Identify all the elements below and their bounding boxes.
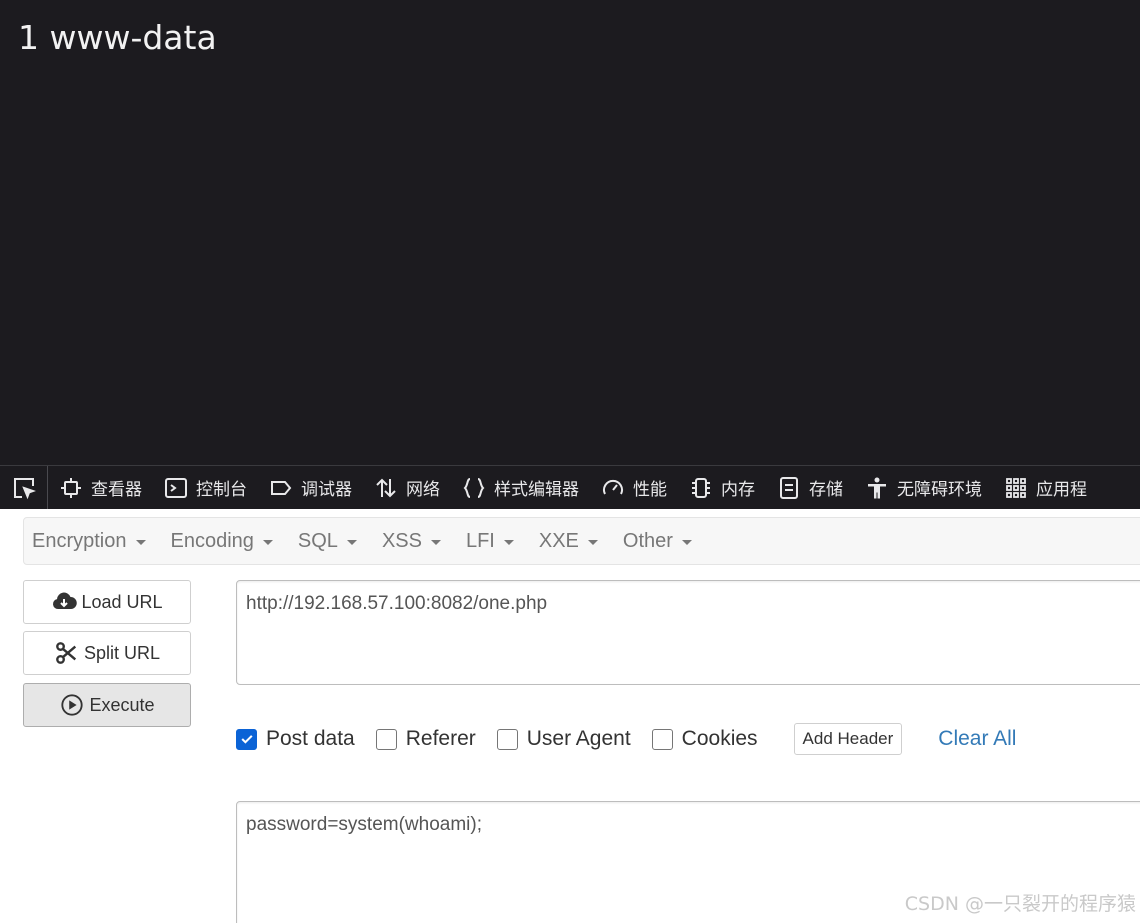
csdn-watermark: CSDN @一只裂开的程序猿 bbox=[904, 893, 1136, 915]
performance-icon bbox=[601, 476, 625, 500]
console-icon bbox=[164, 476, 188, 500]
clear-all-link[interactable]: Clear All bbox=[938, 727, 1016, 751]
tab-console[interactable]: 控制台 bbox=[153, 466, 258, 509]
application-icon bbox=[1004, 476, 1028, 500]
menu-encryption[interactable]: Encryption bbox=[32, 530, 146, 553]
tab-application[interactable]: 应用程 bbox=[993, 466, 1098, 509]
tab-label: 控制台 bbox=[196, 480, 247, 500]
play-circle-icon bbox=[59, 692, 85, 718]
user-agent-checkbox[interactable]: User Agent bbox=[496, 727, 631, 751]
hackbar-menu: Encryption Encoding SQL XSS LFI XXE Othe… bbox=[23, 517, 1140, 565]
debugger-icon bbox=[269, 476, 293, 500]
checkbox-unchecked[interactable] bbox=[651, 728, 673, 750]
tab-label: 调试器 bbox=[301, 480, 352, 500]
checkbox-checked[interactable] bbox=[236, 728, 257, 750]
split-url-label: Split URL bbox=[83, 642, 161, 663]
tab-label: 无障碍环境 bbox=[897, 480, 982, 500]
caret-down-icon bbox=[135, 539, 146, 545]
tab-label: 内存 bbox=[721, 480, 755, 500]
load-url-button[interactable]: Load URL bbox=[23, 580, 191, 624]
storage-icon bbox=[777, 476, 801, 500]
accessibility-icon bbox=[865, 476, 889, 500]
checkbox-unchecked[interactable] bbox=[496, 728, 518, 750]
referer-checkbox[interactable]: Referer bbox=[375, 727, 476, 751]
tab-debugger[interactable]: 调试器 bbox=[258, 466, 363, 509]
load-url-label: Load URL bbox=[81, 591, 163, 612]
network-icon bbox=[374, 476, 398, 500]
execute-label: Execute bbox=[89, 694, 155, 715]
tab-storage[interactable]: 存储 bbox=[766, 466, 854, 509]
caret-down-icon bbox=[681, 539, 692, 545]
execute-button[interactable]: Execute bbox=[23, 683, 191, 727]
memory-icon bbox=[689, 476, 713, 500]
tab-style-editor[interactable]: 样式编辑器 bbox=[451, 466, 590, 509]
caret-down-icon bbox=[262, 539, 273, 545]
scissors-icon bbox=[54, 640, 80, 666]
menu-other[interactable]: Other bbox=[623, 530, 692, 553]
add-header-button[interactable]: Add Header bbox=[793, 723, 903, 755]
menu-encoding[interactable]: Encoding bbox=[171, 530, 273, 553]
menu-xxe[interactable]: XXE bbox=[539, 530, 598, 553]
devtools-toolbar: 查看器 控制台 调试器 网络 样式编辑器 性能 内存 存储 无障碍环境 应用程 bbox=[0, 465, 1140, 509]
caret-down-icon bbox=[587, 539, 598, 545]
caret-down-icon bbox=[430, 539, 441, 545]
tab-inspector[interactable]: 查看器 bbox=[48, 466, 153, 509]
menu-sql[interactable]: SQL bbox=[298, 530, 357, 553]
tab-label: 查看器 bbox=[91, 480, 142, 500]
style-editor-icon bbox=[462, 476, 486, 500]
output-text: 1 www-data bbox=[18, 18, 217, 57]
tab-memory[interactable]: 内存 bbox=[678, 466, 766, 509]
tab-performance[interactable]: 性能 bbox=[590, 466, 678, 509]
post-data-checkbox[interactable]: Post data bbox=[236, 727, 355, 751]
url-textarea[interactable]: http://192.168.57.100:8082/one.php bbox=[236, 580, 1140, 685]
page-output-area: 1 www-data bbox=[0, 0, 1140, 465]
cloud-download-icon bbox=[51, 589, 78, 615]
tab-label: 应用程 bbox=[1036, 480, 1087, 500]
tab-network[interactable]: 网络 bbox=[363, 466, 451, 509]
inspector-icon bbox=[59, 476, 83, 500]
menu-lfi[interactable]: LFI bbox=[466, 530, 514, 553]
options-row: Post data Referer User Agent Cookies Add… bbox=[236, 723, 1016, 755]
cookies-checkbox[interactable]: Cookies bbox=[651, 727, 758, 751]
tab-label: 存储 bbox=[809, 480, 843, 500]
tab-accessibility[interactable]: 无障碍环境 bbox=[854, 466, 993, 509]
tab-label: 网络 bbox=[406, 480, 440, 500]
caret-down-icon bbox=[503, 539, 514, 545]
tab-label: 样式编辑器 bbox=[494, 480, 579, 500]
hackbar-panel: Encryption Encoding SQL XSS LFI XXE Othe… bbox=[0, 509, 1140, 923]
element-picker-icon[interactable] bbox=[0, 466, 48, 509]
menu-xss[interactable]: XSS bbox=[382, 530, 441, 553]
checkbox-unchecked[interactable] bbox=[375, 728, 397, 750]
split-url-button[interactable]: Split URL bbox=[23, 631, 191, 675]
caret-down-icon bbox=[346, 539, 357, 545]
tab-label: 性能 bbox=[633, 480, 667, 500]
